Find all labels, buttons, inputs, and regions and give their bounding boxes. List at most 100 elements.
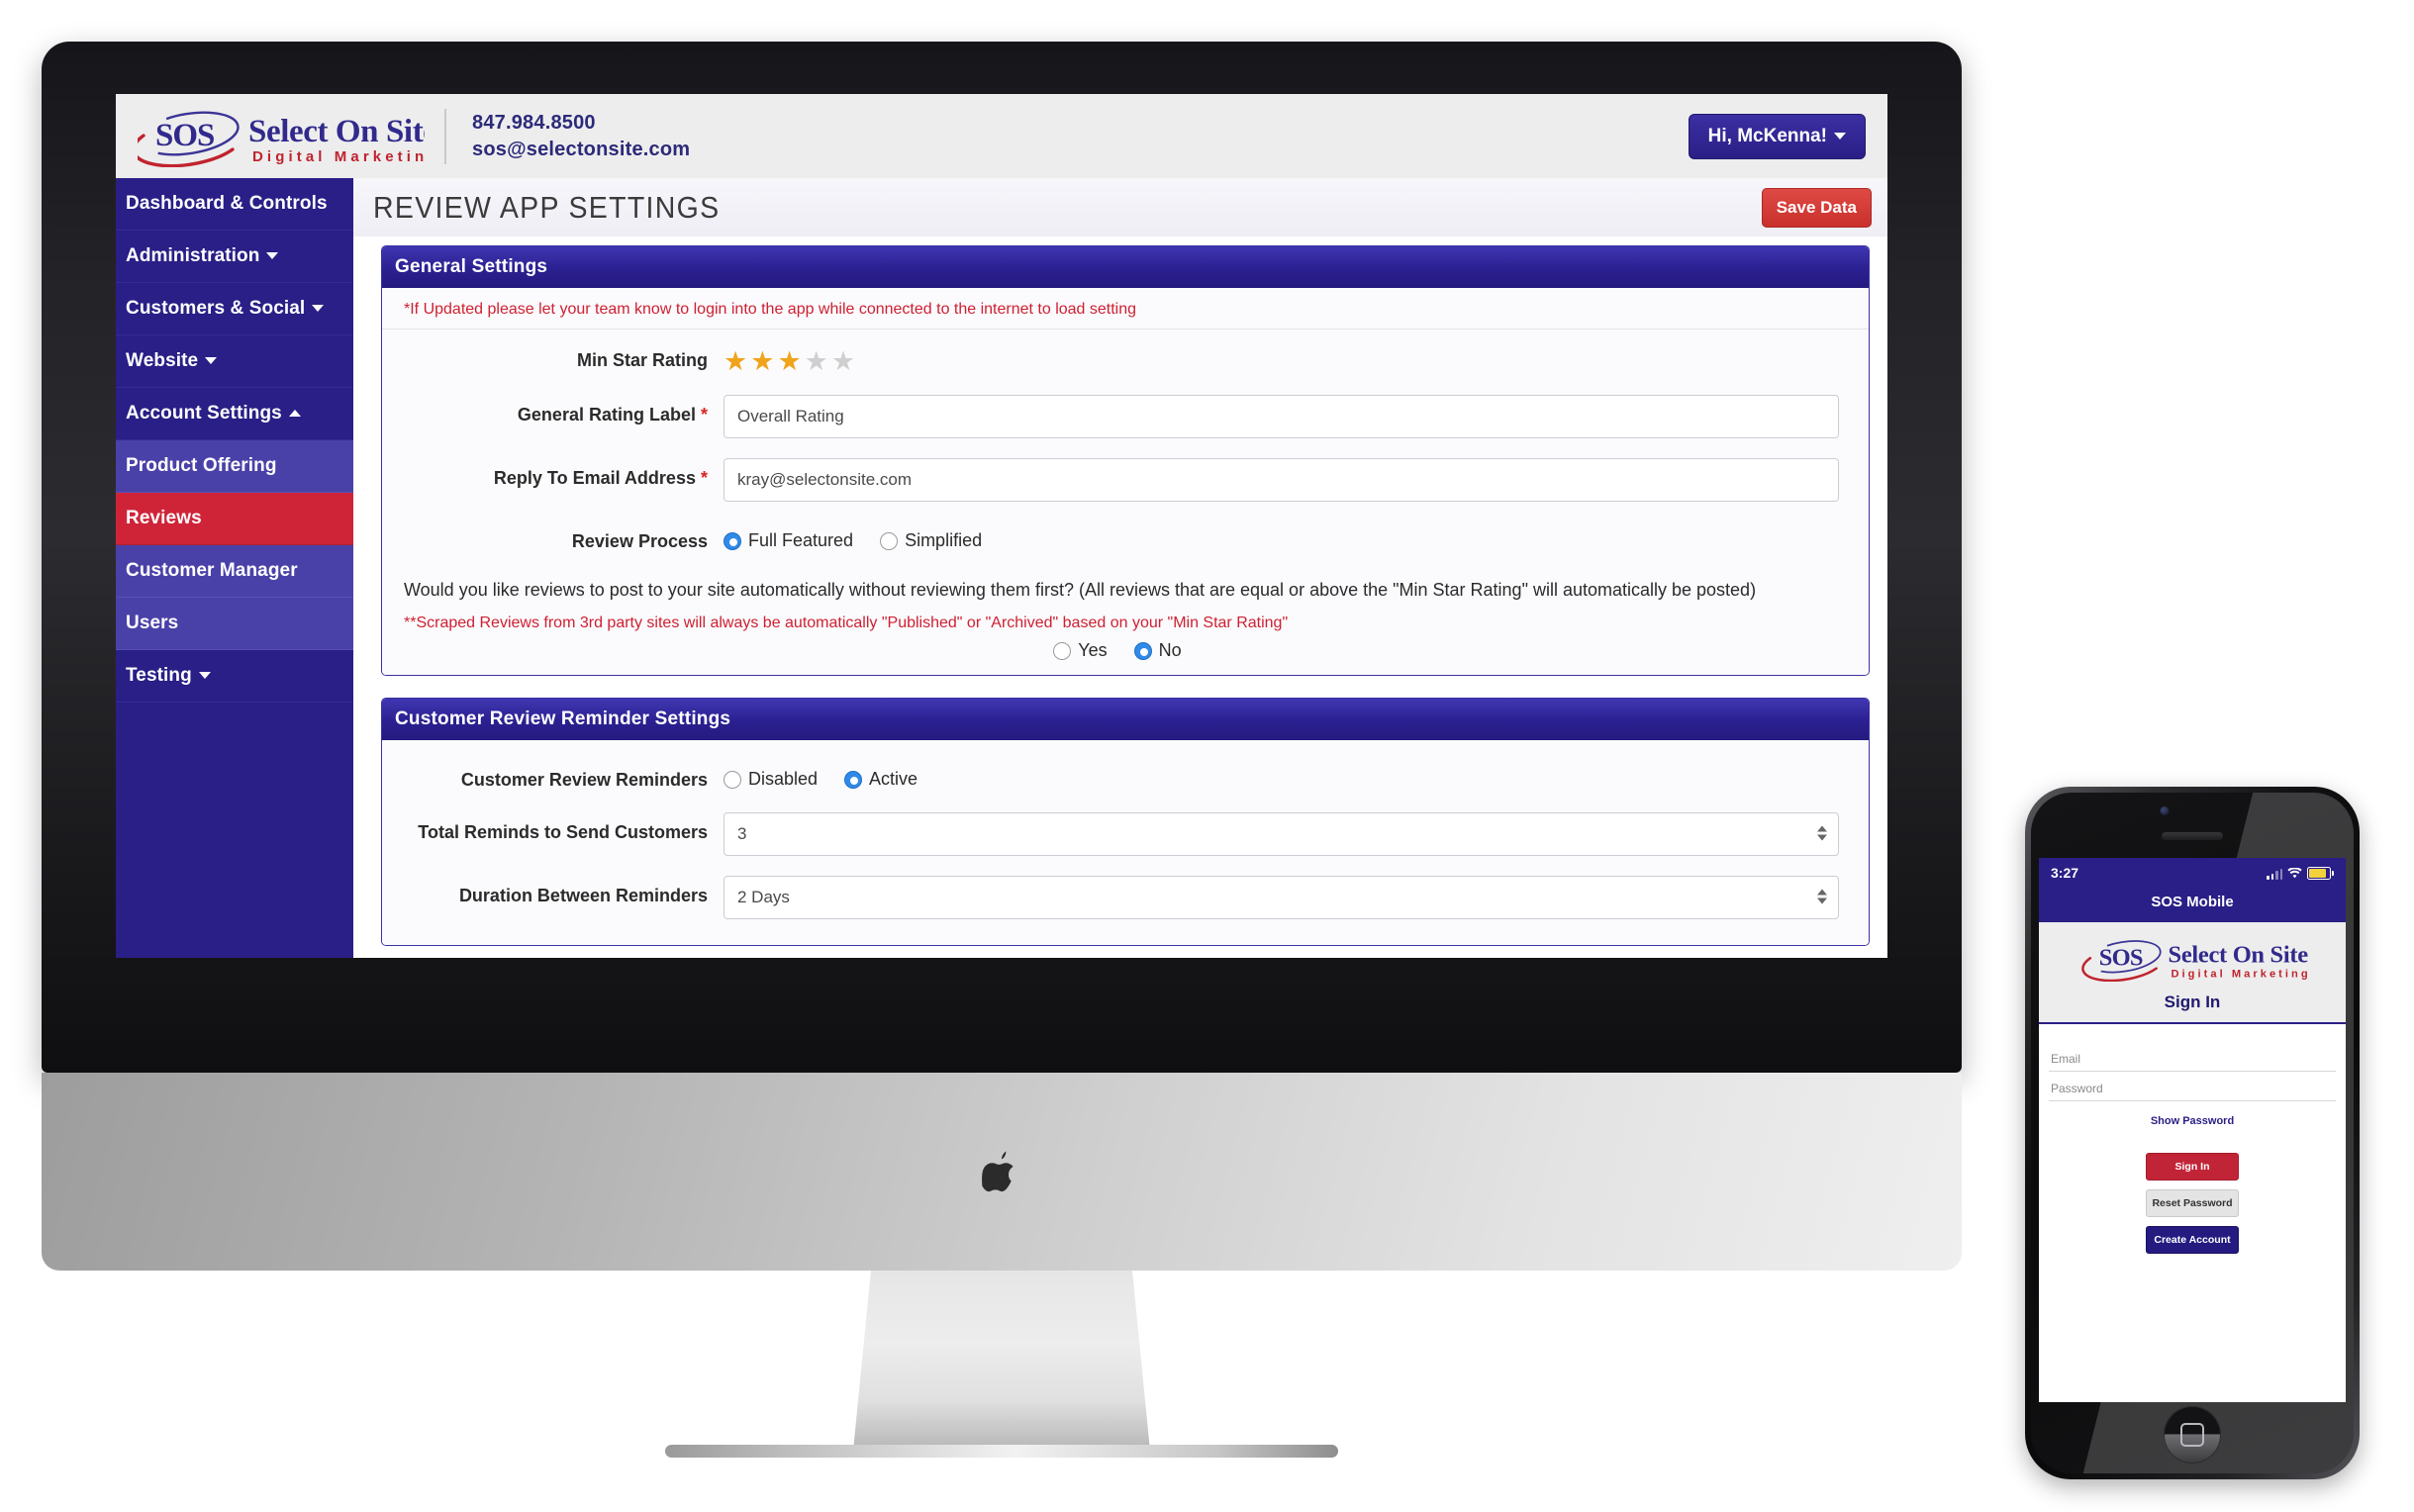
- radio-full-featured[interactable]: [724, 531, 741, 550]
- stepper-down-icon[interactable]: [1817, 834, 1827, 841]
- sidebar-item-reviews[interactable]: Reviews: [116, 493, 353, 545]
- sidebar-item-customer-manager[interactable]: Customer Manager: [116, 545, 353, 598]
- customer-review-reminders-control: Disabled Active: [724, 758, 1839, 790]
- sidebar-item-label: Testing: [126, 665, 192, 686]
- review-process-radio-group[interactable]: Full Featured Simplified: [724, 521, 1839, 551]
- sidebar-item-testing[interactable]: Testing: [116, 650, 353, 703]
- battery-icon: [2307, 866, 2331, 880]
- radio-yes[interactable]: [1053, 641, 1072, 660]
- general-rating-label-text: General Rating Label: [517, 405, 696, 425]
- sidebar-item-dashboard-controls[interactable]: Dashboard & Controls: [116, 178, 353, 231]
- user-menu-label: Hi, McKenna!: [1707, 125, 1827, 146]
- radio-label: Active: [869, 769, 918, 789]
- mobile-signin-form: Email Password Show Password Sign In Res…: [2039, 1024, 2346, 1254]
- sidebar-item-website[interactable]: Website: [116, 335, 353, 388]
- chevron-down-icon: [205, 357, 218, 364]
- mobile-screen-title: Sign In: [2164, 992, 2221, 1011]
- chevron-down-icon: [1834, 132, 1846, 140]
- reminder-settings-panel-title: Customer Review Reminder Settings: [382, 699, 1869, 740]
- svg-text:Select On Site: Select On Site: [248, 114, 425, 149]
- radio-label: No: [1158, 640, 1182, 660]
- svg-text:SOS: SOS: [2099, 945, 2143, 972]
- mobile-button-group: Sign In Reset Password Create Account: [2049, 1153, 2336, 1254]
- star-empty-icon[interactable]: ★: [805, 348, 828, 375]
- radio-disabled[interactable]: [724, 770, 741, 789]
- number-stepper-icon[interactable]: [1817, 889, 1827, 904]
- mobile-app-title: SOS Mobile: [2039, 888, 2346, 922]
- user-menu-button[interactable]: Hi, McKenna!: [1688, 113, 1866, 159]
- mobile-status-bar: 3:27: [2039, 858, 2346, 888]
- sidebar-item-label: Users: [126, 613, 179, 633]
- sos-logo-icon: SOS Select On Site Digital Marketing: [2081, 940, 2309, 983]
- star-empty-icon[interactable]: ★: [831, 348, 855, 375]
- wifi-icon: [2287, 867, 2302, 878]
- mobile-reset-password-button[interactable]: Reset Password: [2146, 1189, 2239, 1217]
- mobile-password-field[interactable]: Password: [2049, 1072, 2336, 1101]
- duration-control: [724, 874, 1839, 919]
- home-button[interactable]: [2164, 1406, 2221, 1464]
- main-content: REVIEW APP SETTINGS Save Data General Se…: [353, 178, 1887, 958]
- screenshot-root: SOS Select On Site Digital Marketing 847…: [0, 0, 2414, 1512]
- show-password-link[interactable]: Show Password: [2049, 1115, 2336, 1127]
- number-stepper-icon[interactable]: [1817, 825, 1827, 841]
- mobile-create-account-button[interactable]: Create Account: [2146, 1226, 2239, 1254]
- header-phone: 847.984.8500: [472, 111, 596, 134]
- duration-input[interactable]: [724, 876, 1839, 919]
- mobile-email-field[interactable]: Email: [2049, 1042, 2336, 1072]
- stepper-up-icon[interactable]: [1817, 825, 1827, 832]
- duration-label: Duration Between Reminders: [458, 886, 708, 905]
- reply-email-input[interactable]: [724, 458, 1839, 502]
- reminder-settings-body: Customer Review Reminders Disabled Active…: [382, 740, 1869, 945]
- required-asterisk: *: [700, 405, 708, 425]
- sidebar-item-customers-social[interactable]: Customers & Social: [116, 283, 353, 335]
- review-process-option[interactable]: Simplified: [880, 530, 982, 551]
- imac-chin: [42, 1073, 1962, 1271]
- total-reminds-input[interactable]: [724, 812, 1839, 856]
- star-filled-icon[interactable]: ★: [777, 348, 801, 375]
- review-process-control: Full Featured Simplified: [724, 520, 1839, 551]
- imac-screen: SOS Select On Site Digital Marketing 847…: [116, 94, 1887, 958]
- radio-label: Full Featured: [748, 530, 854, 550]
- sidebar-item-label: Website: [126, 350, 199, 371]
- sidebar-item-label: Customer Manager: [126, 560, 298, 581]
- reply-email-label-text: Reply To Email Address: [493, 468, 696, 488]
- min-star-rating-row: Min Star Rating ★ ★ ★ ★ ★: [382, 330, 1869, 384]
- sidebar-item-product-offering[interactable]: Product Offering: [116, 440, 353, 493]
- auto-post-note: **Scraped Reviews from 3rd party sites w…: [404, 614, 1289, 631]
- star-filled-icon[interactable]: ★: [750, 348, 774, 375]
- sidebar-item-account-settings[interactable]: Account Settings: [116, 388, 353, 440]
- radio-simplified[interactable]: [880, 531, 899, 550]
- sidebar-item-label: Dashboard & Controls: [126, 193, 328, 214]
- reply-email-row: Reply To Email Address *: [382, 447, 1869, 511]
- customer-review-reminders-option[interactable]: Disabled: [724, 769, 818, 790]
- radio-label: Disabled: [748, 769, 819, 789]
- battery-tip: [2332, 870, 2334, 876]
- customer-review-reminders-option[interactable]: Active: [844, 769, 917, 790]
- mobile-signin-button[interactable]: Sign In: [2146, 1153, 2239, 1181]
- reply-email-label: Reply To Email Address *: [382, 456, 724, 491]
- auto-post-option[interactable]: No: [1133, 640, 1182, 661]
- review-process-option[interactable]: Full Featured: [724, 530, 853, 551]
- auto-post-option[interactable]: Yes: [1053, 640, 1108, 661]
- customer-review-reminders-row: Customer Review Reminders Disabled Active: [382, 740, 1869, 802]
- header-email: sos@selectonsite.com: [472, 138, 691, 160]
- sidebar-item-label: Product Offering: [126, 455, 277, 476]
- star-filled-icon[interactable]: ★: [724, 348, 747, 375]
- stepper-up-icon[interactable]: [1817, 889, 1827, 896]
- star-rating-widget[interactable]: ★ ★ ★ ★ ★: [724, 340, 1839, 375]
- sidebar-item-administration[interactable]: Administration: [116, 231, 353, 283]
- save-data-button[interactable]: Save Data: [1761, 187, 1872, 228]
- chevron-down-icon: [312, 305, 325, 312]
- reminders-radio-group[interactable]: Disabled Active: [724, 760, 1839, 790]
- customer-review-reminders-label: Customer Review Reminders: [460, 770, 708, 790]
- radio-active[interactable]: [844, 770, 863, 789]
- general-rating-label-row: General Rating Label *: [382, 384, 1869, 447]
- sidebar-item-label: Administration: [126, 245, 260, 266]
- stepper-down-icon[interactable]: [1817, 898, 1827, 904]
- radio-no[interactable]: [1133, 641, 1152, 660]
- sidebar-item-users[interactable]: Users: [116, 598, 353, 650]
- general-rating-input[interactable]: [724, 395, 1839, 438]
- iphone-mockup: 3:27 SOS Mobile SOS Select On Site Digit…: [2025, 787, 2360, 1479]
- auto-post-radio-group[interactable]: Yes No: [382, 636, 1869, 675]
- brand-logo[interactable]: SOS Select On Site Digital Marketing: [138, 106, 425, 167]
